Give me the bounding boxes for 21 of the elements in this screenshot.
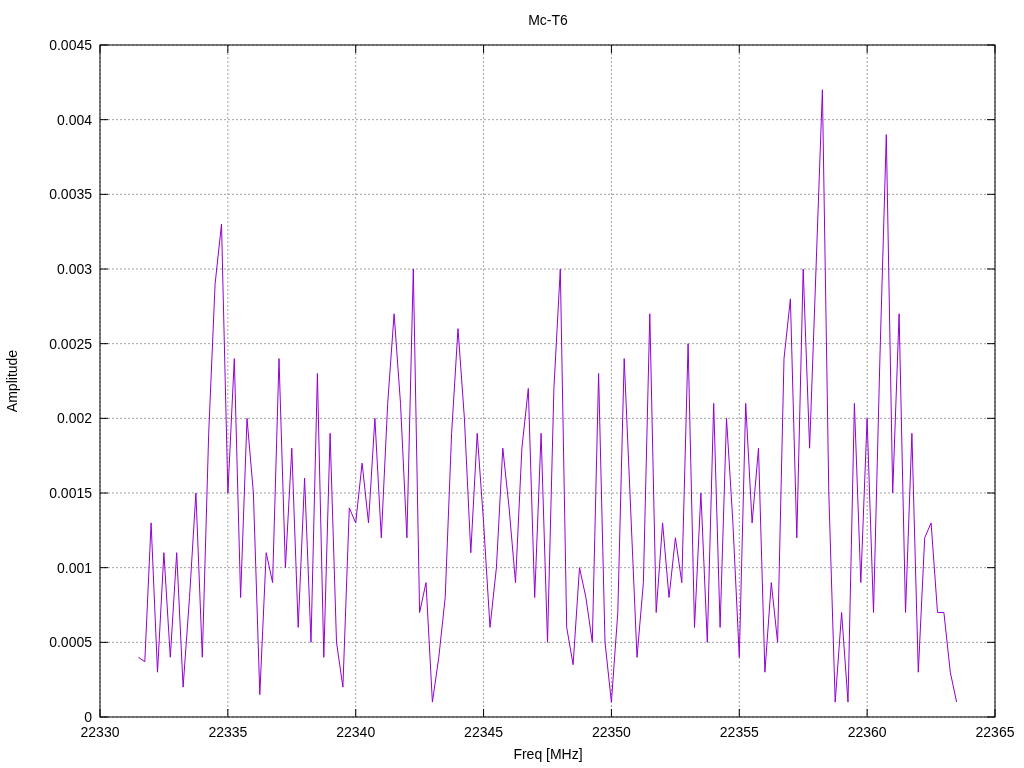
x-tick-label: 22335 [208, 724, 248, 740]
y-tick-label: 0.0025 [49, 335, 92, 352]
y-axis-label: Amplitude [4, 349, 20, 413]
y-tick-label: 0.0005 [49, 634, 92, 651]
x-tick-label: 22365 [975, 724, 1015, 740]
y-tick-label: 0.0045 [49, 37, 92, 53]
y-tick-label: 0 [84, 709, 92, 725]
y-tick-label: 0.004 [56, 111, 92, 128]
x-tick-label: 22330 [80, 724, 120, 740]
x-tick-label: 22340 [336, 724, 376, 740]
y-tick-label: 0.0015 [49, 485, 92, 501]
chart-title: Mc-T6 [528, 12, 568, 28]
x-tick-label: 22360 [847, 724, 887, 740]
x-axis-label: Freq [MHz] [513, 746, 583, 762]
y-tick-label: 0.002 [56, 410, 92, 427]
x-tick-label: 22350 [591, 724, 631, 740]
x-tick-label: 22355 [719, 724, 759, 740]
x-tick-label: 22345 [464, 724, 504, 740]
y-tick-label: 0.0035 [49, 186, 92, 203]
y-tick-label: 0.003 [56, 261, 92, 277]
y-tick-label: 0.001 [56, 559, 92, 576]
